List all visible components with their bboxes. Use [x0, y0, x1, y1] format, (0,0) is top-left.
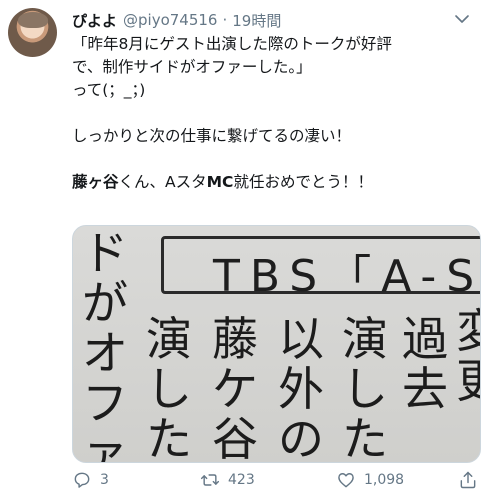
like-button[interactable]: 1,098 — [336, 467, 404, 493]
glyph: 過 — [402, 312, 448, 366]
bold-mc: MC — [206, 173, 234, 191]
newspaper-clipping: TBS「A-S ド が オ フ ァ 演 し た 藤 ケ 谷 以 外 の 演 し … — [73, 226, 480, 462]
text-column: 変 更 — [453, 306, 480, 406]
text-segment: 就任おめでとう！！ — [233, 173, 373, 191]
chevron-down-icon[interactable] — [453, 10, 471, 28]
tweet-actions: 3 423 1,098 — [72, 467, 482, 493]
retweet-count: 423 — [228, 472, 255, 488]
share-icon — [460, 471, 476, 489]
glyph: 演 — [146, 312, 192, 366]
glyph: し — [342, 362, 388, 416]
glyph: ド — [82, 226, 128, 280]
reply-count: 3 — [100, 472, 109, 488]
tweet-line: で、制作サイドがオファーした。」 — [72, 58, 312, 76]
text-column: ド が オ フ ァ — [79, 226, 131, 463]
glyph: し — [146, 362, 192, 416]
text-segment: くん、Aスタ — [118, 173, 207, 191]
separator: · — [222, 11, 228, 29]
glyph: の — [278, 412, 324, 463]
tweet-line: って(；_；) — [72, 81, 146, 99]
glyph: 変 — [453, 306, 480, 356]
glyph: 外 — [278, 362, 324, 416]
text-column: 演 し た — [143, 312, 195, 463]
tweet-text: 「昨年8月にゲスト出演した際のトークが好評 で、制作サイドがオファーした。」 っ… — [72, 33, 477, 194]
glyph: 以 — [278, 312, 324, 366]
bold-name: 藤ヶ谷 — [72, 173, 119, 191]
reply-button[interactable]: 3 — [72, 467, 109, 493]
text-column: 藤 ケ 谷 — [209, 312, 261, 463]
tweet: ぴよよ @piyo74516 · 19時間 「昨年8月にゲスト出演した際のトーク… — [0, 0, 493, 500]
tweet-line: 藤ヶ谷くん、AスタMC就任おめでとう！！ — [72, 171, 477, 194]
glyph: が — [82, 276, 128, 330]
glyph: ァ — [82, 426, 128, 463]
glyph: 藤 — [212, 312, 258, 366]
share-button[interactable] — [458, 467, 478, 493]
like-count: 1,098 — [364, 472, 405, 488]
avatar[interactable] — [8, 8, 57, 57]
headline-text: TBS「A-S — [213, 251, 481, 302]
retweet-icon — [200, 474, 220, 486]
glyph: フ — [82, 376, 128, 430]
timestamp[interactable]: 19時間 — [232, 10, 281, 31]
glyph: た — [342, 412, 388, 463]
like-icon — [338, 473, 354, 488]
text-column: 以 外 の — [275, 312, 327, 463]
display-name[interactable]: ぴよよ — [72, 10, 117, 31]
glyph: 更 — [453, 356, 480, 406]
user-handle[interactable]: @piyo74516 — [123, 11, 217, 29]
glyph: 谷 — [212, 412, 258, 463]
tweet-header: ぴよよ @piyo74516 · 19時間 — [72, 8, 281, 32]
glyph: た — [146, 412, 192, 463]
tweet-line: 「昨年8月にゲスト出演した際のトークが好評 — [72, 35, 392, 53]
reply-icon — [74, 472, 90, 488]
retweet-button[interactable]: 423 — [200, 467, 255, 493]
media-image[interactable]: TBS「A-S ド が オ フ ァ 演 し た 藤 ケ 谷 以 外 の 演 し … — [72, 225, 481, 463]
tweet-line: しっかりと次の仕事に繋げてるの凄い！ — [72, 127, 352, 145]
text-column: 演 し た — [339, 312, 391, 463]
glyph: オ — [82, 326, 128, 380]
glyph: 去 — [402, 362, 448, 416]
glyph: 演 — [342, 312, 388, 366]
glyph: ケ — [212, 362, 258, 416]
text-column: 過 去 — [399, 314, 451, 414]
